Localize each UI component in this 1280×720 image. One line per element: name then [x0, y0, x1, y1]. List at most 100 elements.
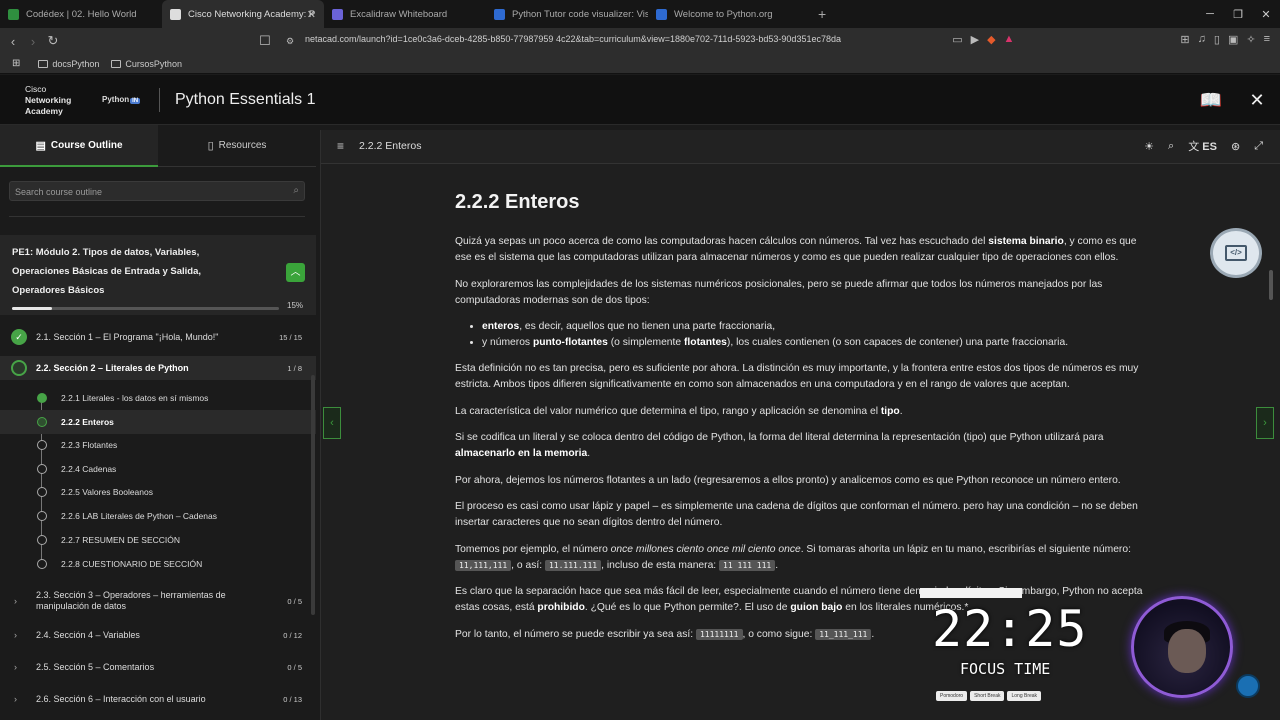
search-icon[interactable]: ⌕: [1168, 140, 1174, 153]
section-2-6[interactable]: › 2.6. Sección 6 – Interacción con el us…: [0, 690, 316, 708]
section-2-2[interactable]: 2.2. Sección 2 – Literales de Python 1 /…: [0, 356, 316, 380]
apps-grid-icon[interactable]: ⊞: [12, 58, 20, 69]
module-title: PE1: Módulo 2. Tipos de datos, Variables…: [12, 247, 202, 296]
maximize-icon[interactable]: ❐: [1224, 8, 1252, 21]
wallet-icon[interactable]: ▣: [1228, 33, 1238, 46]
close-window-icon[interactable]: ✕: [1252, 8, 1280, 21]
python-favicon-icon: [494, 8, 505, 20]
url-field[interactable]: netacad.com/launch?id=1ce0c3a6-dceb-4285…: [305, 34, 841, 44]
paragraph: Por ahora, dejemos los números flotantes…: [455, 474, 1121, 486]
search-outline-input[interactable]: Search course outline ⌕: [9, 181, 305, 201]
sidebar-scrollbar[interactable]: [311, 375, 315, 615]
code-snippet: 11_111_111: [815, 628, 872, 640]
search-placeholder: Search course outline: [15, 187, 103, 197]
bookmark-page-icon[interactable]: ☐: [255, 33, 275, 49]
collapse-module-icon[interactable]: ︿: [286, 263, 305, 282]
subitem-2-2-2[interactable]: 2.2.2 Enteros: [0, 410, 316, 434]
subitem-label: 2.2.1 Literales - los datos en sí mismos: [61, 393, 209, 403]
menu-icon[interactable]: ≡: [1264, 33, 1270, 46]
brightness-icon[interactable]: ☀: [1144, 140, 1154, 153]
article-body: 2.2.2 Enteros Quizá ya sepas un poco ace…: [455, 192, 1145, 653]
paragraph: Tomemos por ejemplo, el número once mill…: [455, 542, 1145, 574]
text: , incluso de esta manera:: [601, 559, 720, 571]
section-2-5[interactable]: › 2.5. Sección 5 – Comentarios 0 / 5: [0, 658, 316, 676]
forward-icon[interactable]: ›: [23, 34, 43, 49]
section-label: 2.3. Sección 3 – Operadores – herramient…: [36, 590, 226, 611]
text: , o así:: [511, 559, 545, 571]
toggle-outline-icon[interactable]: ≡: [337, 139, 344, 153]
content-scrollbar[interactable]: [1269, 270, 1273, 300]
code-sandbox-button[interactable]: </>: [1210, 228, 1262, 278]
code-snippet: 11,111,111: [455, 559, 512, 571]
subitem-2-2-7[interactable]: 2.2.7 RESUMEN DE SECCIÓN: [0, 528, 316, 552]
cisco-logo[interactable]: Cisco Networking Academy: [25, 84, 71, 117]
sidebar-toggle-icon[interactable]: ⊞: [1180, 33, 1189, 46]
translate-icon: 文: [1188, 141, 1200, 153]
browser-tab-excalidraw[interactable]: Excalidraw Whiteboard: [324, 0, 486, 28]
section-count: 0 / 12: [283, 630, 302, 640]
subitem-2-2-3[interactable]: 2.2.3 Flotantes: [0, 433, 316, 457]
minimize-icon[interactable]: ─: [1196, 8, 1224, 20]
subitem-label: 2.2.6 LAB Literales de Python – Cadenas: [61, 511, 217, 521]
in-progress-icon: [11, 360, 27, 376]
brave-shield-icon[interactable]: ◆: [987, 33, 995, 46]
open-book-icon[interactable]: 📖: [1188, 90, 1234, 111]
bookmark-label: docsPython: [52, 58, 100, 69]
close-tab-icon[interactable]: ✕: [307, 8, 316, 21]
section-2-4[interactable]: › 2.4. Sección 4 – Variables 0 / 12: [0, 626, 316, 644]
language-selector[interactable]: 文 ES: [1188, 138, 1217, 154]
play-icon[interactable]: ▶: [971, 33, 979, 46]
timer-mode: Pomodoro: [936, 691, 968, 701]
timer-mode: Short Break: [970, 691, 1005, 701]
text: punto-flotantes: [532, 337, 608, 348]
subitem-label: 2.2.8 CUESTIONARIO DE SECCIÓN: [61, 559, 203, 569]
module-header[interactable]: PE1: Módulo 2. Tipos de datos, Variables…: [0, 235, 316, 315]
extensions-icon[interactable]: ✧: [1246, 33, 1255, 46]
subitem-2-2-1[interactable]: 2.2.1 Literales - los datos en sí mismos: [0, 386, 316, 410]
bookmark-docspython[interactable]: docsPython: [38, 59, 99, 69]
section-2-3[interactable]: › 2.3. Sección 3 – Operadores – herramie…: [0, 588, 316, 614]
site-info-icon[interactable]: ⚙: [280, 36, 300, 47]
subitem-2-2-5[interactable]: 2.2.5 Valores Booleanos: [0, 480, 316, 504]
section-label: 2.1. Sección 1 – El Programa "¡Hola, Mun…: [36, 331, 219, 342]
browser-tab-codedex[interactable]: Codédex | 02. Hello World: [0, 0, 162, 28]
header-divider: [159, 88, 160, 112]
next-page-button[interactable]: ›: [1256, 407, 1274, 439]
bookmark-cursospython[interactable]: CursosPython: [111, 59, 182, 69]
screen-cast-icon[interactable]: ▭: [952, 33, 962, 46]
section-label: 2.2. Sección 2 – Literales de Python: [36, 362, 189, 373]
reload-icon[interactable]: ↻: [43, 33, 63, 49]
subitem-2-2-6[interactable]: 2.2.6 LAB Literales de Python – Cadenas: [0, 504, 316, 528]
chevron-right-icon: ›: [1263, 417, 1267, 429]
list-item: enteros, es decir, aquellos que no tiene…: [482, 319, 1145, 335]
close-course-icon[interactable]: ✕: [1234, 90, 1280, 111]
search-icon[interactable]: ⌕: [293, 185, 299, 196]
pending-dot-icon: [37, 511, 47, 521]
app-header: Cisco Networking Academy Python IN Python…: [0, 75, 1280, 125]
browser-tab-pythontutor[interactable]: Python Tutor code visualizer: Visu: [486, 0, 648, 28]
edge-logo-icon[interactable]: [1236, 674, 1260, 698]
code-snippet: 11.111.111: [544, 559, 602, 571]
new-tab-icon[interactable]: +: [818, 6, 826, 22]
tab-resources[interactable]: ▯ Resources: [158, 125, 316, 166]
music-icon[interactable]: ♫: [1198, 33, 1206, 46]
subitem-2-2-4[interactable]: 2.2.4 Cadenas: [0, 457, 316, 481]
text: y números: [482, 337, 533, 348]
previous-page-button[interactable]: ‹: [323, 407, 341, 439]
back-icon[interactable]: ‹: [3, 34, 23, 49]
browser-tab-netacad[interactable]: Cisco Networking Academy: P ✕: [162, 0, 324, 28]
text: sistema binario: [988, 236, 1064, 247]
tab-course-outline[interactable]: ▤ Course Outline: [0, 125, 158, 167]
subitem-label: 2.2.7 RESUMEN DE SECCIÓN: [61, 535, 181, 545]
accessibility-icon[interactable]: ⊛: [1231, 140, 1240, 153]
subitem-2-2-8[interactable]: 2.2.8 CUESTIONARIO DE SECCIÓN: [0, 552, 316, 576]
browser-tab-python-org[interactable]: Welcome to Python.org: [648, 0, 810, 28]
fullscreen-icon[interactable]: ⤢: [1254, 140, 1263, 153]
text: . ¿Qué es lo que Python permite?. El uso…: [584, 602, 791, 613]
section-2-1[interactable]: ✓ 2.1. Sección 1 – El Programa "¡Hola, M…: [0, 327, 316, 347]
reading-list-icon[interactable]: ▯: [1214, 33, 1220, 46]
rewards-icon[interactable]: ▲: [1004, 33, 1015, 46]
list-item: y números punto-flotantes (o simplemente…: [482, 335, 1145, 351]
module-progress-fill: [12, 307, 53, 310]
tab-title: Python Tutor code visualizer: Visu: [512, 8, 648, 20]
